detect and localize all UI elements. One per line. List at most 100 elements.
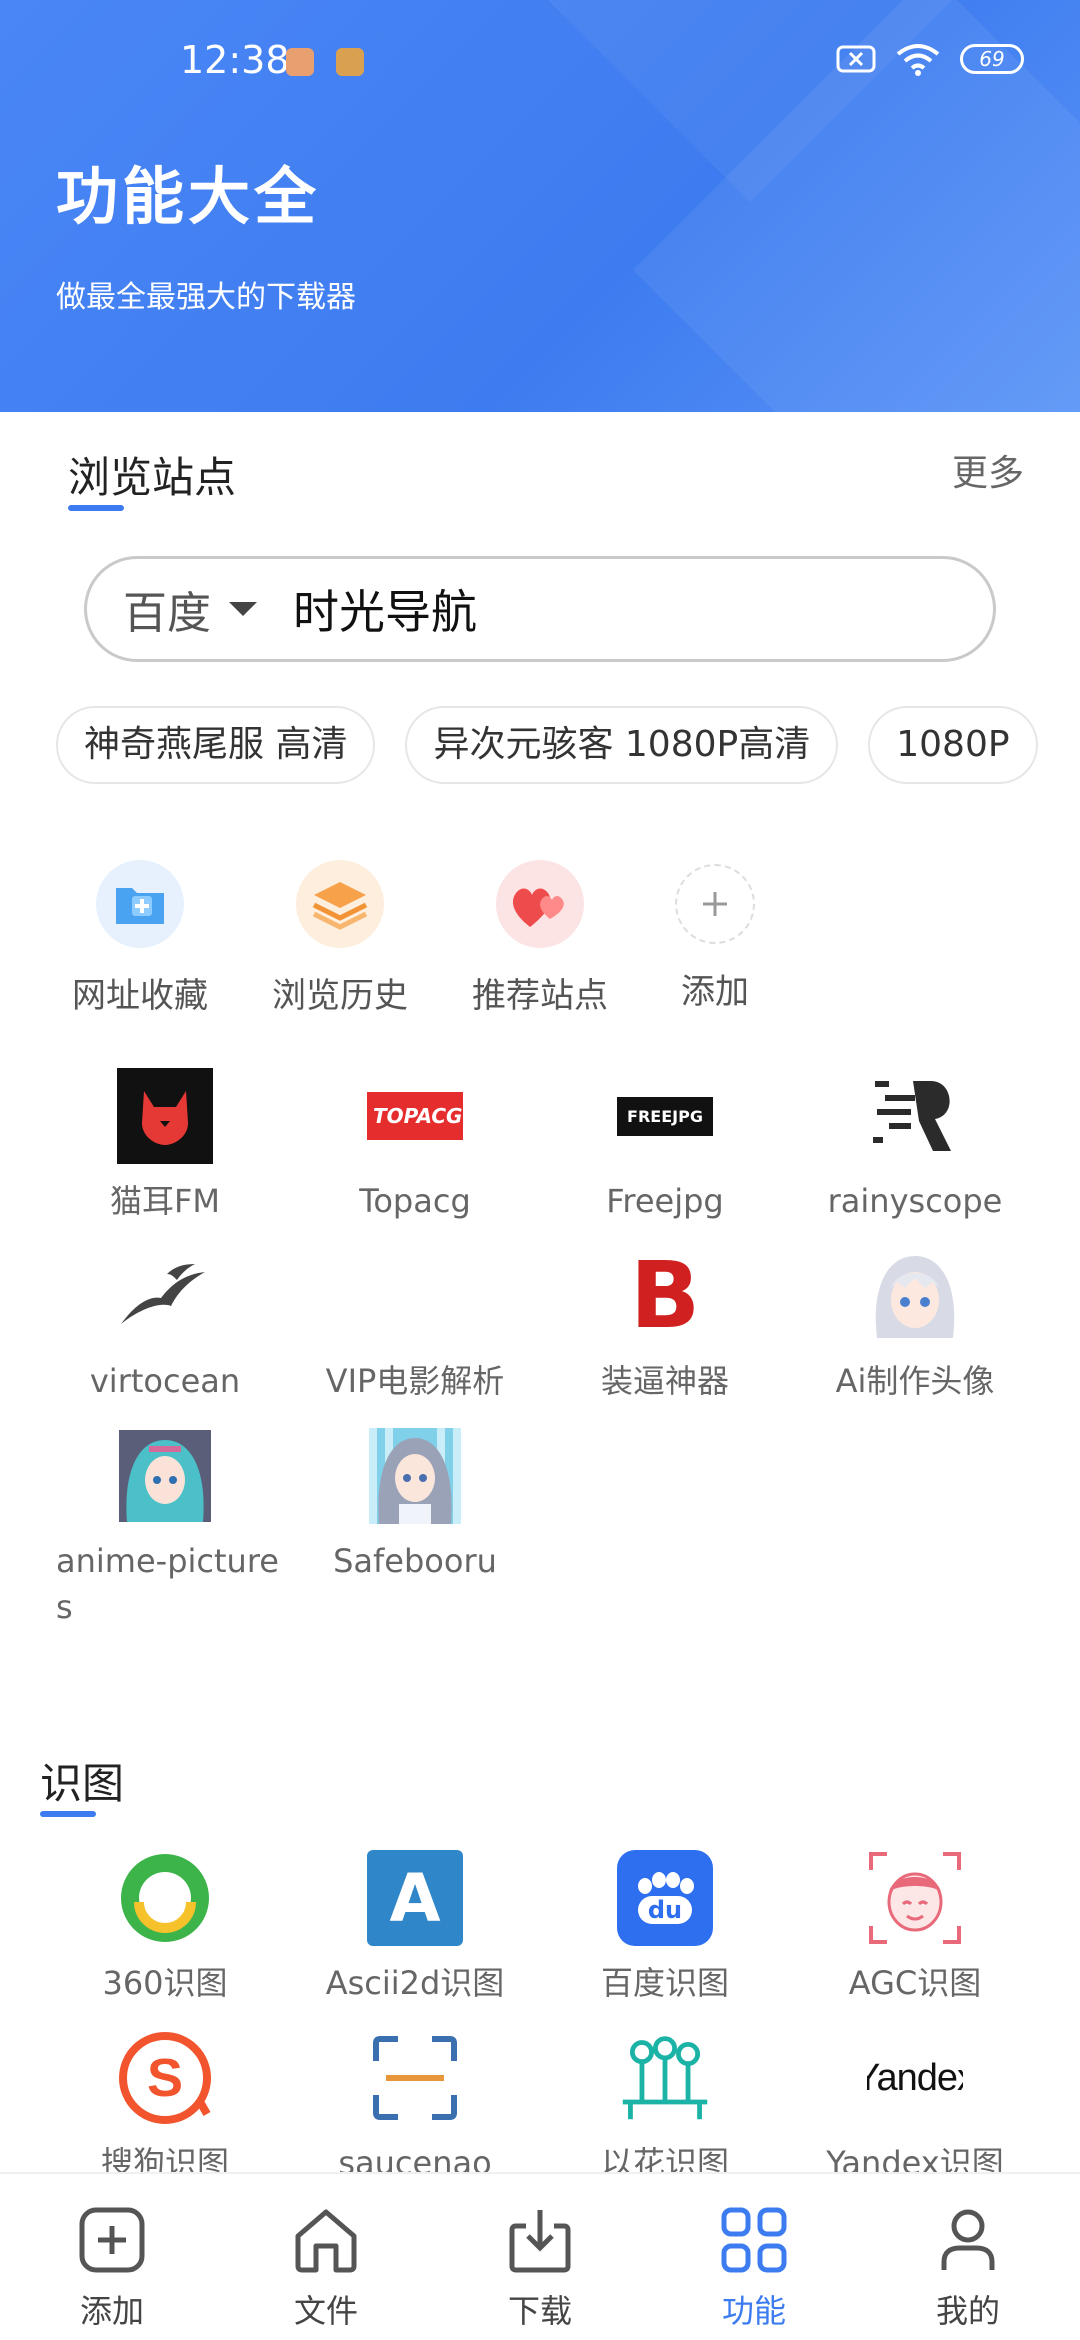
tab-download[interactable]: 下载 <box>470 2204 610 2332</box>
plus-icon <box>675 864 755 944</box>
b-logo: B <box>629 1248 701 1344</box>
site-safebooru[interactable]: Safebooru <box>290 1428 540 1584</box>
sogou-logo: S <box>117 2030 213 2126</box>
identify-label: 百度识图 <box>600 1964 729 2002</box>
notification-icon <box>286 48 314 76</box>
site-label: VIP电影解析 <box>325 1362 505 1400</box>
anime-girl-avatar <box>867 1248 963 1344</box>
identify-label: 360识图 <box>102 1964 228 2002</box>
tab-add[interactable]: 添加 <box>42 2204 182 2332</box>
suggestion-chips: 神奇燕尾服 高清 异次元骇客 1080P高清 1080P <box>56 706 1040 786</box>
suggestion-chip[interactable]: 异次元骇客 1080P高清 <box>405 706 839 784</box>
site-label: Ai制作头像 <box>835 1362 995 1400</box>
birds-logo <box>117 1248 213 1344</box>
home-folder-icon <box>295 2209 357 2273</box>
suggestion-chip[interactable]: 神奇燕尾服 高清 <box>56 706 376 784</box>
tab-label: 下载 <box>507 2292 572 2330</box>
site-ai-avatar[interactable]: Ai制作头像 <box>790 1248 1040 1404</box>
quick-label: 添加 <box>681 972 749 1012</box>
tab-features[interactable]: 功能 <box>684 2204 824 2332</box>
site-freejpg[interactable]: FREEJPG Freejpg <box>540 1068 790 1224</box>
suggestion-chip[interactable]: 1080P <box>868 706 1038 784</box>
scan-frame-icon <box>367 2030 463 2126</box>
baidu-paw-logo: du <box>617 1850 713 1946</box>
svg-text:S: S <box>147 2048 183 2108</box>
agc-face-logo <box>867 1850 963 1946</box>
yandex-logo: Yandex <box>867 2056 963 2099</box>
identify-saucenao[interactable]: saucenao <box>290 2030 540 2186</box>
tab-mine[interactable]: 我的 <box>898 2204 1038 2332</box>
site-label: virtocean <box>89 1362 241 1400</box>
search-input[interactable]: 时光导航 <box>293 576 477 642</box>
vip-blank-icon <box>367 1248 463 1344</box>
site-rainyscope[interactable]: rainyscope <box>790 1068 1040 1224</box>
battery-icon: 69 <box>960 44 1024 74</box>
identify-label: AGC识图 <box>848 1964 982 2002</box>
add-square-icon <box>79 2207 145 2273</box>
flower-logo <box>617 2030 713 2126</box>
quick-history[interactable]: 浏览历史 <box>260 860 420 1017</box>
chevron-down-icon <box>229 602 257 616</box>
quick-bookmarks[interactable]: 网址收藏 <box>60 860 220 1017</box>
more-button[interactable]: 更多 <box>952 444 1024 496</box>
bottom-tab-bar: 添加 文件 下载 功能 我的 <box>0 2172 1080 2340</box>
folder-plus-icon <box>96 860 184 948</box>
site-topacg[interactable]: TOPACG Topacg <box>290 1068 540 1224</box>
header: 12:38 69 功能大全 做最全最强大的下载器 <box>0 0 1080 412</box>
identify-ascii2d[interactable]: A Ascii2d识图 <box>290 1850 540 2006</box>
site-label: Freejpg <box>606 1182 724 1220</box>
title-underline <box>40 1811 96 1817</box>
section-title-identify: 识图 <box>40 1750 124 1817</box>
site-virtocean[interactable]: virtocean <box>40 1248 290 1404</box>
quick-add[interactable]: 添加 <box>650 860 780 1013</box>
safebooru-thumb <box>367 1428 463 1524</box>
status-bar: 12:38 69 <box>0 36 1080 92</box>
page-subtitle: 做最全最强大的下载器 <box>56 280 356 315</box>
site-label: Topacg <box>359 1182 471 1220</box>
sim-x-icon <box>836 45 876 73</box>
ascii2d-logo: A <box>367 1850 463 1946</box>
freejpg-logo: FREEJPG <box>617 1068 713 1164</box>
grid-icon <box>721 2207 787 2273</box>
site-vip-movie[interactable]: VIP电影解析 <box>290 1248 540 1404</box>
user-icon <box>941 2209 995 2270</box>
tab-label: 我的 <box>935 2292 1000 2330</box>
search-bar[interactable]: 百度 时光导航 <box>84 556 996 662</box>
quick-label: 推荐站点 <box>472 976 608 1016</box>
site-zhuangbi[interactable]: B 装逼神器 <box>540 1248 790 1404</box>
identify-label: Ascii2d识图 <box>325 1964 505 2002</box>
tab-label: 功能 <box>721 2292 786 2330</box>
site-label: Safebooru <box>333 1542 497 1580</box>
identify-360[interactable]: 360识图 <box>40 1850 290 2006</box>
maoer-fm-logo <box>117 1068 213 1164</box>
section-title-browse: 浏览站点 <box>68 444 236 511</box>
identify-sogou[interactable]: S 搜狗识图 <box>40 2030 290 2186</box>
identify-flower[interactable]: 以花识图 <box>540 2030 790 2186</box>
tab-label: 添加 <box>79 2292 144 2330</box>
title-underline <box>68 505 124 511</box>
search-engine-select[interactable]: 百度 <box>123 577 257 641</box>
site-label: 猫耳FM <box>109 1182 221 1220</box>
site-anime-pictures[interactable]: anime-pictures <box>40 1428 290 1630</box>
anime-pictures-thumb <box>117 1428 213 1524</box>
battery-level: 69 <box>979 47 1005 71</box>
site-label: 装逼神器 <box>600 1362 729 1400</box>
topacg-logo: TOPACG <box>367 1068 463 1164</box>
tab-files[interactable]: 文件 <box>256 2204 396 2332</box>
site-label: rainyscope <box>827 1182 1003 1220</box>
tab-label: 文件 <box>293 2292 358 2330</box>
layers-icon <box>296 860 384 948</box>
quick-recommended[interactable]: 推荐站点 <box>460 860 620 1017</box>
quick-label: 网址收藏 <box>72 976 208 1016</box>
360-logo <box>117 1850 213 1946</box>
hearts-icon <box>496 860 584 948</box>
site-label: anime-pictures <box>56 1542 279 1626</box>
site-maoer-fm[interactable]: 猫耳FM <box>40 1068 290 1224</box>
status-time: 12:38 <box>180 38 290 82</box>
download-tray-icon <box>509 2210 571 2273</box>
quick-label: 浏览历史 <box>272 976 408 1016</box>
page-title: 功能大全 <box>56 160 321 233</box>
identify-baidu[interactable]: du 百度识图 <box>540 1850 790 2006</box>
identify-agc[interactable]: AGC识图 <box>790 1850 1040 2006</box>
identify-yandex[interactable]: Yandex Yandex识图 <box>790 2030 1040 2186</box>
